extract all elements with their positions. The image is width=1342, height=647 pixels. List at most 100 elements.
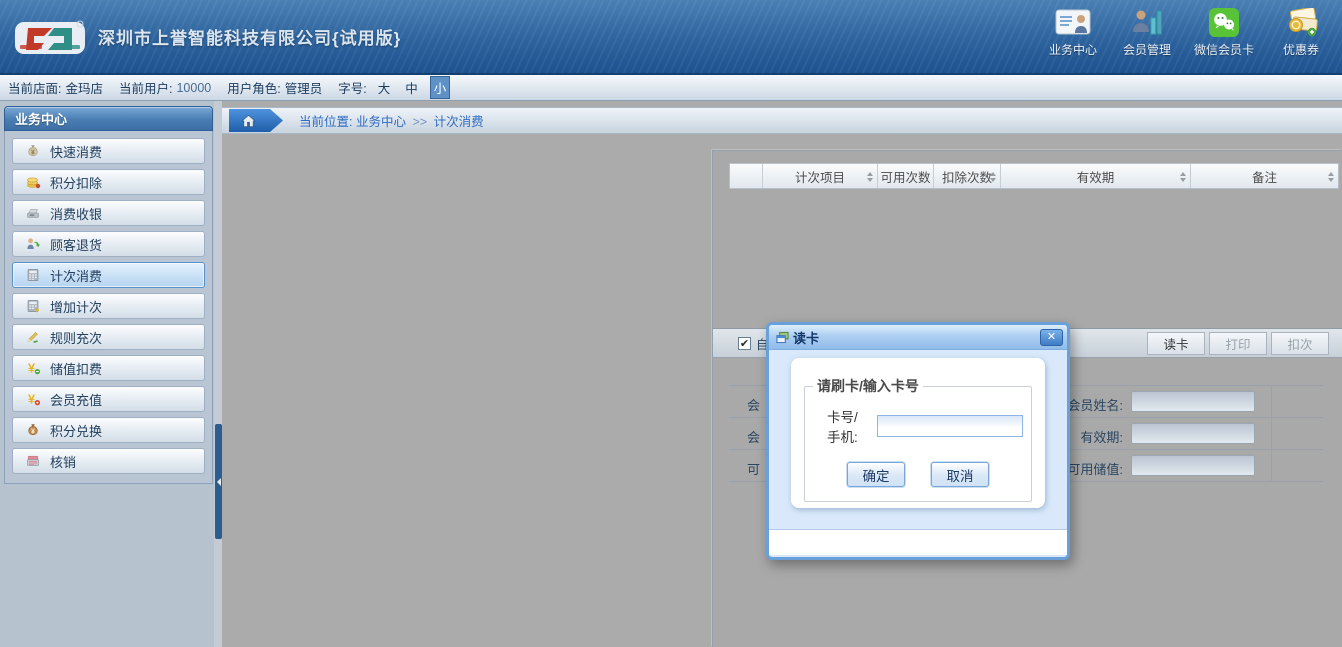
sidebar: 业务中心 ¥ 快速消费 积分扣除 [4,106,213,484]
svg-text:¥: ¥ [28,392,36,407]
breadcrumb-current: 计次消费 [434,115,484,129]
top-nav-member-management[interactable]: 会员管理 [1120,8,1174,58]
sort-icon[interactable] [1328,172,1334,182]
store-label: 当前店面: [8,78,61,97]
sort-icon[interactable] [1180,172,1186,182]
nav-label: 会员管理 [1123,41,1171,58]
app-window: 深圳市上誉智能科技有限公司{试用版} 业务中心 [0,0,1342,647]
validity-field[interactable] [1131,423,1255,444]
sidebar-item-label: 会员充值 [50,390,102,409]
dialog-footer [769,529,1067,555]
sidebar-item-customer-return[interactable]: 顾客退货 [12,231,205,257]
nav-label: 优惠券 [1283,41,1319,58]
nav-label: 微信会员卡 [1194,41,1254,58]
left-label-partial: 会 [747,427,760,446]
dialog-body: 请刷卡/输入卡号 卡号/手机: 确定 取消 [769,350,1067,555]
dialog-window-icon [776,331,789,344]
top-nav-wechat-member-card[interactable]: 微信会员卡 [1194,8,1254,58]
form-divider [1271,386,1272,417]
sidebar-item-label: 计次消费 [50,266,102,285]
sidebar-item-points-deduct[interactable]: 积分扣除 [12,169,205,195]
sidebar-title: 业务中心 [4,106,213,131]
dialog-close-button[interactable]: ✕ [1040,329,1063,346]
sidebar-item-verify[interactable]: 核销 [12,448,205,474]
dialog-titlebar[interactable]: 读卡 ✕ [769,325,1067,350]
company-logo [14,16,92,58]
role-label: 用户角色: [227,78,280,97]
yuan-deduct-icon: ¥ [25,360,41,376]
sidebar-item-label: 增加计次 [50,297,102,316]
column-available-count[interactable]: 可用次数 [878,164,934,188]
sidebar-splitter [214,101,222,647]
column-count-item[interactable]: 计次项目 [763,164,878,188]
sidebar-item-count-consume[interactable]: 计次消费 [12,262,205,288]
sidebar-item-label: 规则充次 [50,328,102,347]
breadcrumb-section[interactable]: 业务中心 [356,115,406,129]
fontsize-medium-button[interactable]: 中 [402,77,421,98]
sidebar-item-label: 顾客退货 [50,235,102,254]
coins-icon [25,174,41,190]
top-nav-coupon[interactable]: 优惠券 [1274,8,1328,58]
fontsize-small-button[interactable]: 小 [430,76,451,99]
read-card-button[interactable]: 读卡 [1147,332,1205,355]
print-button[interactable]: 打印 [1209,332,1267,355]
sidebar-item-add-count[interactable]: 增加计次 [12,293,205,319]
top-nav: 业务中心 会员管理 [1046,8,1328,58]
wechat-icon [1208,8,1240,38]
breadcrumb-bar: 当前位置: 业务中心 >> 计次消费 [222,107,1342,134]
cancel-button[interactable]: 取消 [931,462,989,487]
sidebar-item-quick-consume[interactable]: ¥ 快速消费 [12,138,205,164]
sidebar-item-member-recharge[interactable]: ¥ 会员充值 [12,386,205,412]
column-deduct-count[interactable]: 扣除次数 [934,164,1001,188]
auto-checkbox[interactable] [738,337,751,350]
dialog-buttons: 确定 取消 [813,462,1023,487]
sidebar-item-cashier[interactable]: 消费收银 [12,200,205,226]
breadcrumb-separator: >> [412,115,427,129]
left-label-partial: 会 [747,395,760,414]
column-validity[interactable]: 有效期 [1001,164,1191,188]
member-name-field[interactable] [1131,391,1255,412]
home-button[interactable] [229,109,283,132]
business-center-icon [1055,8,1091,38]
sidebar-item-label: 积分扣除 [50,173,102,192]
table-header-row: 计次项目 可用次数 扣除次数 有效期 备注 [729,163,1339,189]
money-bag-icon: ¥ [25,143,41,159]
collapse-left-icon [217,478,221,486]
page-title: 深圳市上誉智能科技有限公司{试用版} [98,24,401,49]
coupon-icon [1283,8,1319,38]
ok-button[interactable]: 确定 [847,462,905,487]
app-header: 深圳市上誉智能科技有限公司{试用版} 业务中心 [0,0,1342,75]
read-card-dialog: 读卡 ✕ 请刷卡/输入卡号 卡号/手机: 确定 取消 [766,322,1070,560]
sort-icon[interactable] [867,172,873,182]
sidebar-collapse-handle[interactable] [215,424,222,539]
left-label-partial: 可 [747,459,760,478]
dialog-title: 读卡 [793,328,1040,347]
top-nav-business-center[interactable]: 业务中心 [1046,8,1100,58]
sidebar-item-points-exchange[interactable]: ¥ 积分兑换 [12,417,205,443]
svg-text:¥: ¥ [31,428,35,435]
svg-text:¥: ¥ [31,149,35,156]
sidebar-item-label: 消费收银 [50,204,102,223]
sidebar-item-rule-recharge[interactable]: 规则充次 [12,324,205,350]
rule-pencil-icon [25,329,41,345]
fontsize-large-button[interactable]: 大 [375,77,394,98]
deduct-count-button[interactable]: 扣次 [1271,332,1329,355]
form-divider [1271,418,1272,449]
sidebar-item-stored-value-deduct[interactable]: ¥ 储值扣费 [12,355,205,381]
counter-add-icon [25,298,41,314]
column-remark[interactable]: 备注 [1191,164,1338,188]
sort-icon[interactable] [990,172,996,182]
toolbar-buttons: 读卡 打印 扣次 [1147,332,1329,355]
card-number-input[interactable] [877,415,1023,437]
yuan-recharge-icon: ¥ [25,391,41,407]
column-select [730,164,763,188]
user-label: 当前用户: [119,78,172,97]
sidebar-item-label: 储值扣费 [50,359,102,378]
customer-return-icon [25,236,41,252]
user-value: 10000 [176,81,211,95]
sidebar-item-label: 积分兑换 [50,421,102,440]
svg-text:¥: ¥ [28,361,36,376]
stored-value-field[interactable] [1131,455,1255,476]
form-divider [1271,450,1272,482]
sidebar-item-label: 快速消费 [50,142,102,161]
